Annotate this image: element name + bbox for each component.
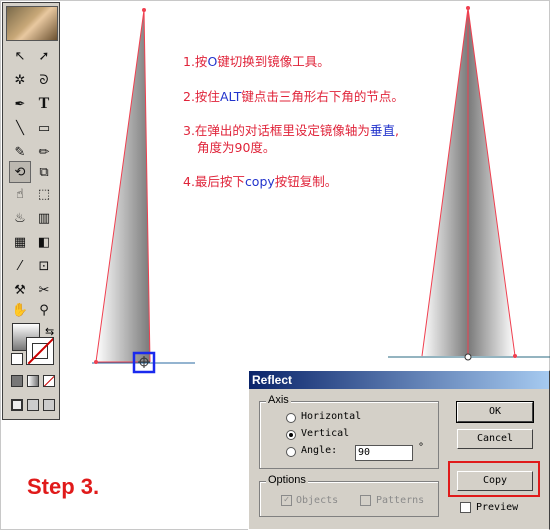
objects-label: Objects bbox=[296, 495, 339, 506]
tools-panel: ↖ ➚ ✲ ᘐ ✒ T ╲ ▭ ✎ ✏ ⟲ ⧉ ☝ ⬚ ♨ ▥ ▦ ◧ ⁄ ⊡ … bbox=[2, 2, 60, 420]
blend-icon[interactable]: ⊡ bbox=[33, 255, 55, 277]
ok-button[interactable]: OK bbox=[456, 401, 534, 423]
selection-icon[interactable]: ↖ bbox=[9, 45, 31, 67]
scale-icon[interactable]: ⧉ bbox=[33, 161, 55, 183]
instruction-3-cont: 角度为90度。 bbox=[197, 140, 276, 155]
line-icon[interactable]: ╲ bbox=[9, 117, 31, 139]
preview-checkbox[interactable] bbox=[460, 502, 471, 513]
dialog-title[interactable]: Reflect bbox=[249, 371, 549, 389]
axis-group-label: Axis bbox=[266, 394, 291, 406]
objects-checkbox[interactable]: ✓ bbox=[281, 495, 292, 506]
hand-icon[interactable]: ✋ bbox=[9, 299, 31, 321]
warp-icon[interactable]: ☝ bbox=[9, 183, 31, 205]
options-group-label: Options bbox=[266, 474, 308, 486]
direct-selection-icon[interactable]: ➚ bbox=[33, 45, 55, 67]
eyedropper-icon[interactable]: ⁄ bbox=[9, 255, 31, 277]
patterns-label: Patterns bbox=[376, 495, 425, 506]
stroke-swatch[interactable] bbox=[26, 337, 54, 365]
gradient-icon[interactable]: ◧ bbox=[33, 231, 55, 253]
options-group: Options ✓ Objects Patterns bbox=[259, 474, 439, 517]
color-mode-icon[interactable] bbox=[11, 375, 23, 387]
scissors-icon[interactable]: ✂ bbox=[33, 279, 55, 301]
copy-button-highlight bbox=[448, 461, 540, 497]
symbol-sprayer-icon[interactable]: ♨ bbox=[9, 207, 31, 229]
standard-screen-mode-icon[interactable] bbox=[11, 399, 23, 411]
free-transform-icon[interactable]: ⬚ bbox=[33, 183, 55, 205]
axis-group: Axis Horizontal Vertical Angle: 90 ° bbox=[259, 394, 439, 469]
lasso-icon[interactable]: ᘐ bbox=[33, 69, 55, 91]
swap-colors-icon[interactable]: ⇆ bbox=[45, 325, 54, 338]
vertical-label: Vertical bbox=[301, 428, 350, 439]
type-icon[interactable]: T bbox=[33, 93, 55, 115]
instruction-1: 1.按O键切换到镜像工具。 bbox=[183, 54, 330, 69]
vertical-radio[interactable] bbox=[286, 430, 296, 440]
full-screen-menu-mode-icon[interactable] bbox=[27, 399, 39, 411]
pen-icon[interactable]: ✒ bbox=[9, 93, 31, 115]
paintbrush-icon[interactable]: ✎ bbox=[9, 141, 31, 163]
degree-symbol: ° bbox=[418, 442, 425, 453]
magic-wand-icon[interactable]: ✲ bbox=[9, 69, 31, 91]
default-colors-icon[interactable] bbox=[11, 353, 23, 365]
left-triangle bbox=[96, 10, 150, 362]
mesh-icon[interactable]: ▦ bbox=[9, 231, 31, 253]
rotate-icon[interactable]: ⟲ bbox=[9, 161, 31, 183]
slice-icon[interactable]: ⚒ bbox=[9, 279, 31, 301]
preview-label: Preview bbox=[476, 502, 519, 513]
gradient-mode-icon[interactable] bbox=[27, 375, 39, 387]
full-screen-mode-icon[interactable] bbox=[43, 399, 55, 411]
patterns-checkbox[interactable] bbox=[360, 495, 371, 506]
venus-logo bbox=[6, 6, 58, 41]
angle-label: Angle: bbox=[301, 445, 338, 456]
angle-input[interactable]: 90 bbox=[355, 445, 413, 461]
horizontal-radio[interactable] bbox=[286, 413, 296, 423]
none-mode-icon[interactable] bbox=[43, 375, 55, 387]
zoom-icon[interactable]: ⚲ bbox=[33, 299, 55, 321]
cancel-button[interactable]: Cancel bbox=[457, 429, 533, 449]
instruction-4: 4.最后按下copy按钮复制。 bbox=[183, 174, 338, 189]
column-graph-icon[interactable]: ▥ bbox=[33, 207, 55, 229]
horizontal-label: Horizontal bbox=[301, 411, 362, 422]
pencil-icon[interactable]: ✏ bbox=[33, 141, 55, 163]
reflect-dialog: Reflect Axis Horizontal Vertical Angle: … bbox=[248, 370, 550, 530]
rectangle-icon[interactable]: ▭ bbox=[33, 117, 55, 139]
angle-radio[interactable] bbox=[286, 447, 296, 457]
step-label: Step 3. bbox=[27, 474, 100, 499]
instruction-2: 2.按住ALT键点击三角形右下角的节点。 bbox=[183, 89, 404, 104]
